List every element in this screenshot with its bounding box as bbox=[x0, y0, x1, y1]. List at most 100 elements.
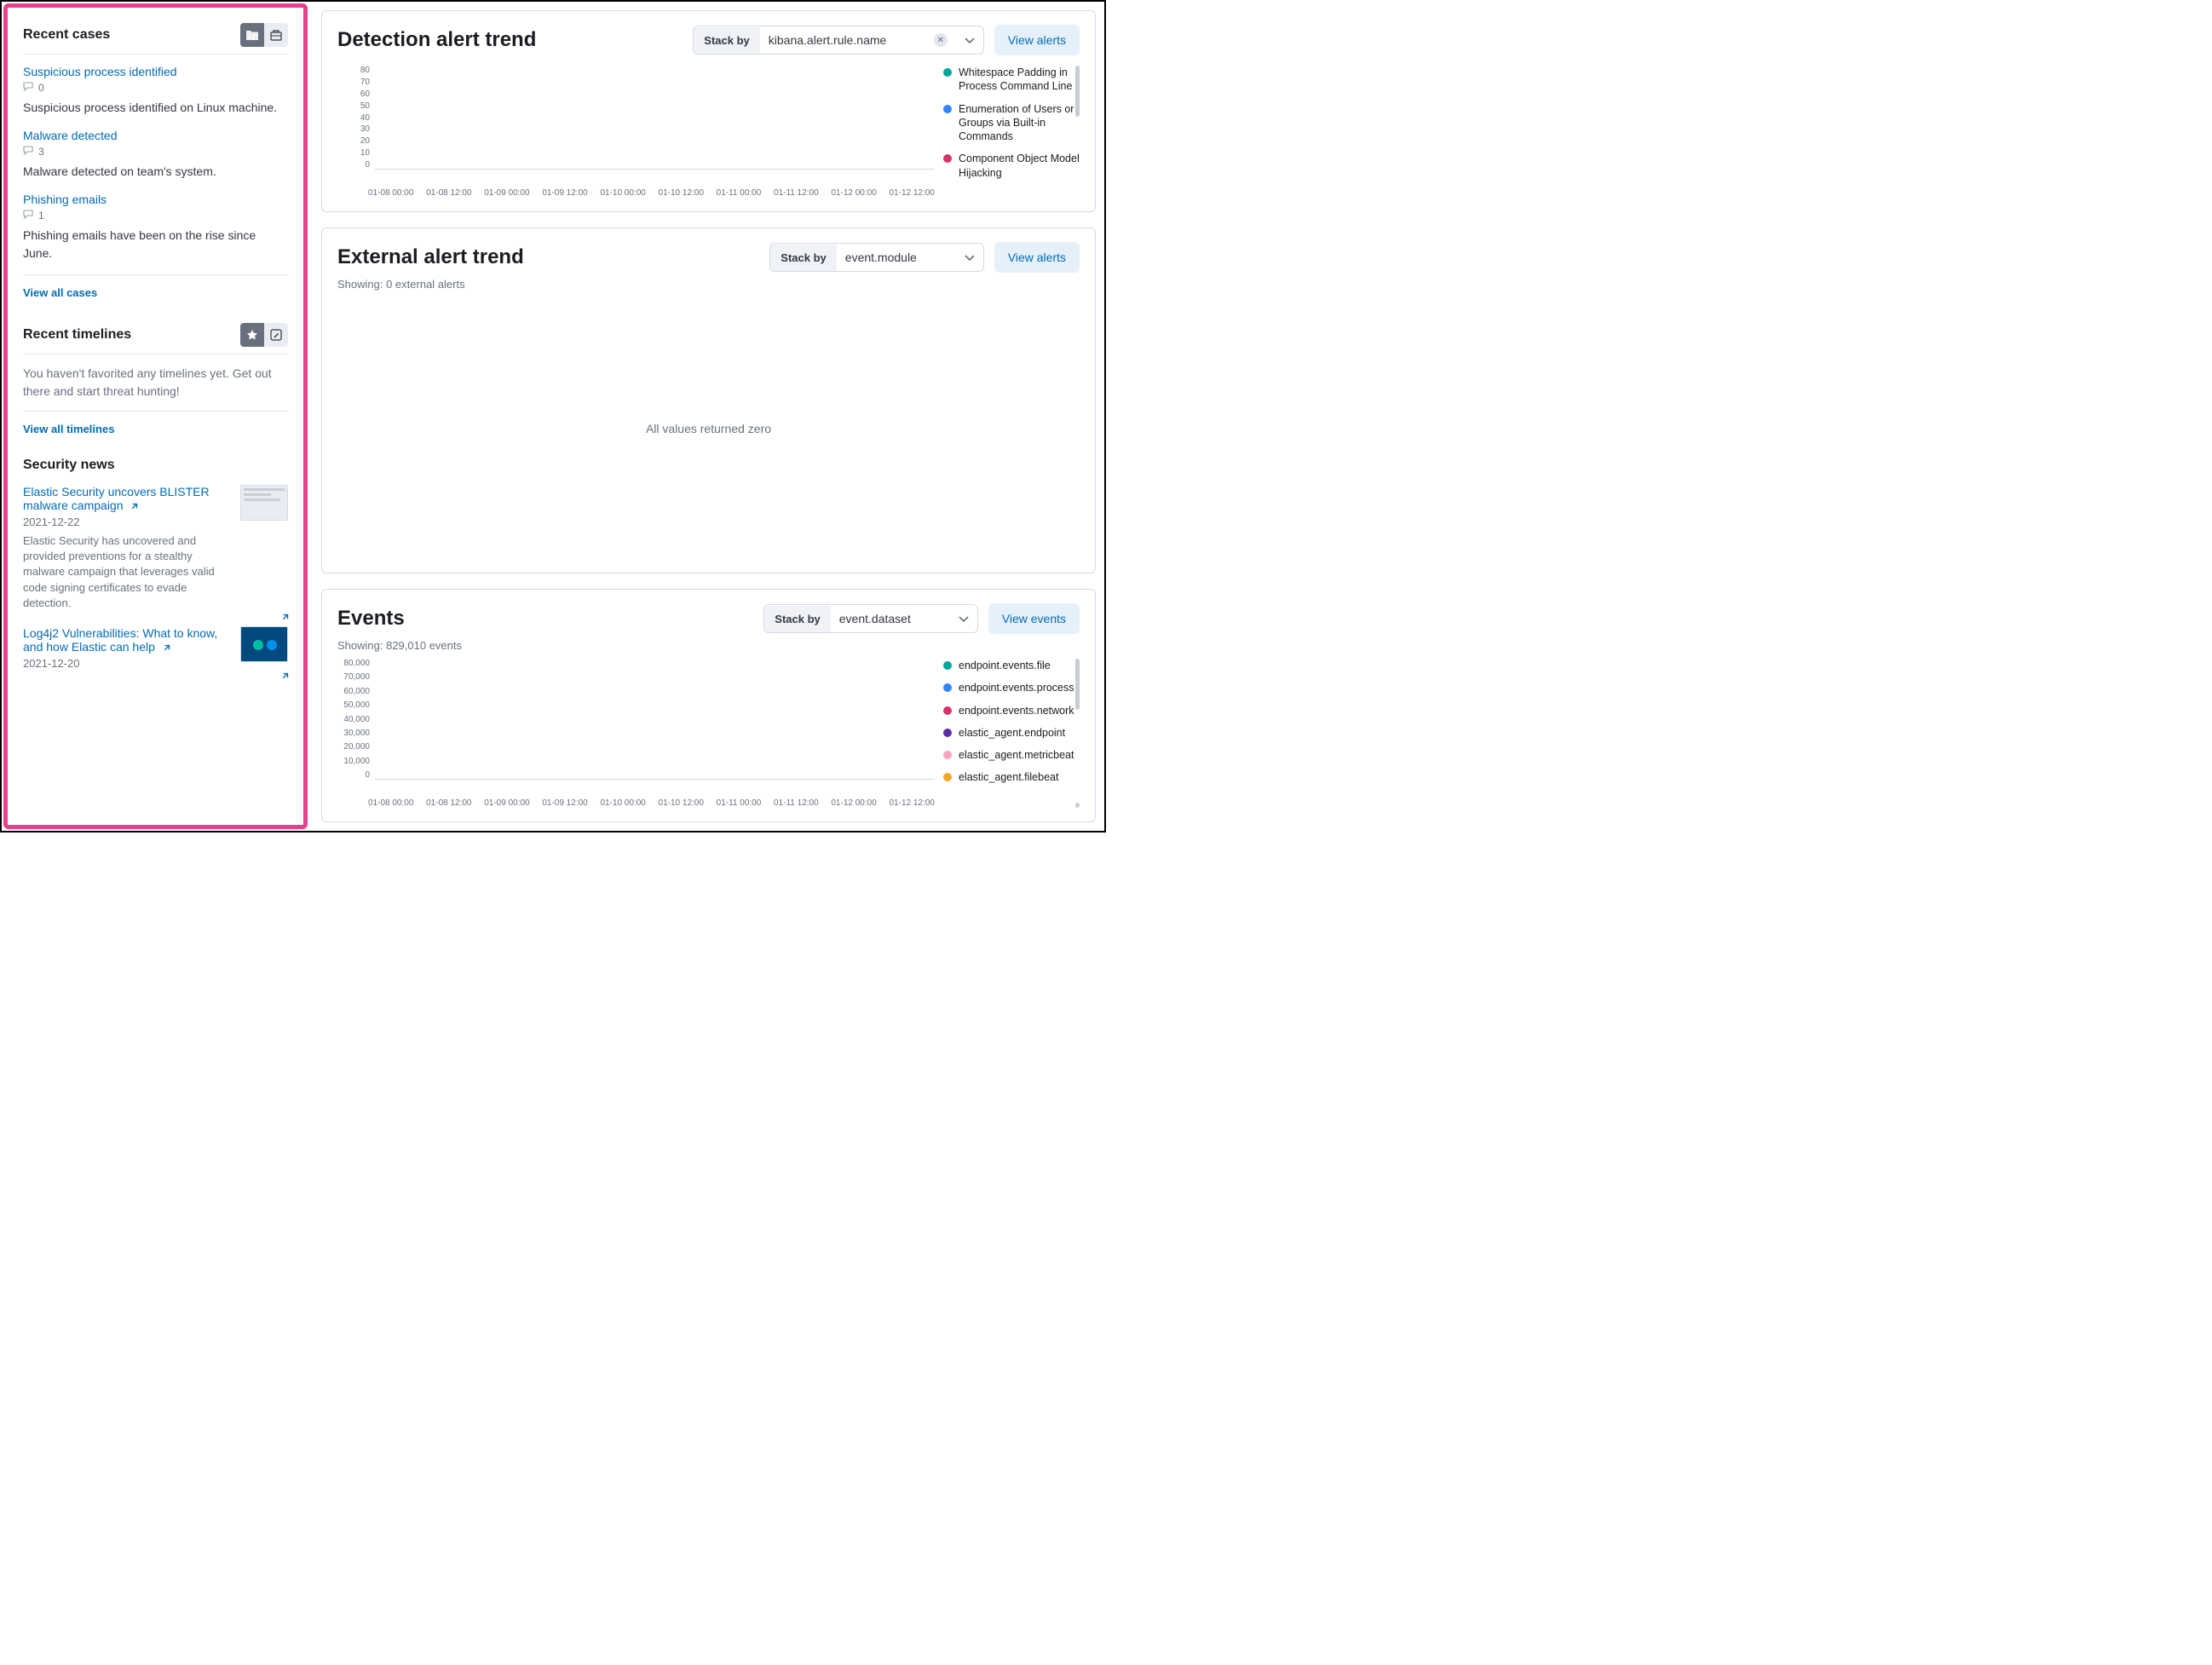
legend-swatch bbox=[943, 154, 952, 163]
legend-label: elastic_agent.filebeat bbox=[959, 770, 1058, 784]
chevron-down-icon[interactable] bbox=[950, 605, 977, 632]
chart-legend: Whitespace Padding in Process Command Li… bbox=[943, 66, 1080, 198]
legend-swatch bbox=[943, 105, 952, 113]
create-case-icon[interactable] bbox=[264, 23, 288, 47]
news-item: Log4j2 Vulnerabilities: What to know, an… bbox=[23, 626, 288, 670]
legend-label: elastic_agent.metricbeat bbox=[959, 748, 1074, 762]
legend-swatch bbox=[943, 661, 952, 670]
legend-item[interactable]: endpoint.events.file bbox=[943, 659, 1080, 672]
stack-by-select[interactable]: Stack by event.module bbox=[769, 243, 983, 272]
legend-swatch bbox=[943, 773, 952, 781]
scroll-indicator[interactable] bbox=[1075, 66, 1080, 117]
view-all-cases-link[interactable]: View all cases bbox=[23, 286, 97, 299]
news-item: Elastic Security uncovers BLISTER malwar… bbox=[23, 485, 288, 611]
legend-label: endpoint.events.network bbox=[959, 704, 1074, 717]
panel-subtitle: Showing: 829,010 events bbox=[337, 639, 1080, 652]
legend-item[interactable]: Enumeration of Users or Groups via Built… bbox=[943, 102, 1080, 144]
legend-swatch bbox=[943, 751, 952, 759]
panel-title: Events bbox=[337, 607, 405, 631]
stack-by-value: event.module bbox=[845, 251, 917, 264]
news-desc: Elastic Security has uncovered and provi… bbox=[23, 533, 232, 611]
stack-by-select[interactable]: Stack by kibana.alert.rule.name ✕ bbox=[693, 26, 983, 55]
external-link-icon[interactable] bbox=[280, 670, 290, 683]
scroll-indicator[interactable] bbox=[1075, 803, 1080, 808]
legend-label: Enumeration of Users or Groups via Built… bbox=[959, 102, 1080, 144]
svg-text:i: i bbox=[255, 36, 256, 41]
news-date: 2021-12-22 bbox=[23, 516, 232, 528]
stack-by-label: Stack by bbox=[694, 27, 759, 54]
legend-swatch bbox=[943, 68, 952, 77]
external-link-icon bbox=[162, 643, 171, 653]
news-thumbnail bbox=[240, 626, 288, 662]
recent-cases-icon[interactable]: i bbox=[240, 23, 264, 47]
scroll-indicator[interactable] bbox=[1075, 659, 1080, 710]
stack-by-label: Stack by bbox=[764, 606, 830, 632]
panel-subtitle: Showing: 0 external alerts bbox=[337, 278, 1080, 291]
stack-by-label: Stack by bbox=[770, 245, 836, 271]
comment-icon bbox=[23, 146, 33, 158]
legend-label: Component Object Model Hijacking bbox=[959, 152, 1080, 180]
security-news-title: Security news bbox=[23, 458, 288, 473]
chevron-down-icon[interactable] bbox=[956, 26, 983, 54]
news-thumbnail bbox=[240, 485, 288, 521]
legend-label: endpoint.events.process bbox=[959, 681, 1074, 694]
detection-chart: 80706050403020100 01-08 00:0001-08 12:00… bbox=[337, 66, 935, 198]
legend-label: elastic_agent.endpoint bbox=[959, 726, 1065, 740]
panel-title: Detection alert trend bbox=[337, 28, 536, 52]
case-link[interactable]: Phishing emails bbox=[23, 193, 107, 206]
favorites-icon[interactable] bbox=[240, 323, 264, 347]
stack-by-value: event.dataset bbox=[839, 612, 911, 625]
case-item: Malware detected 3 Malware detected on t… bbox=[23, 129, 288, 181]
comment-icon bbox=[23, 82, 33, 94]
external-panel: External alert trend Stack by event.modu… bbox=[321, 228, 1096, 573]
legend-item[interactable]: Whitespace Padding in Process Command Li… bbox=[943, 66, 1080, 94]
case-link[interactable]: Suspicious process identified bbox=[23, 65, 177, 78]
clear-icon[interactable]: ✕ bbox=[934, 33, 948, 47]
legend-swatch bbox=[943, 706, 952, 715]
legend-item[interactable]: elastic_agent.metricbeat bbox=[943, 748, 1080, 762]
case-comments: 3 bbox=[38, 146, 44, 158]
detection-panel: Detection alert trend Stack by kibana.al… bbox=[321, 10, 1096, 212]
external-link-icon bbox=[130, 502, 139, 511]
case-desc: Phishing emails have been on the rise si… bbox=[23, 227, 288, 262]
timelines-empty: You haven't favorited any timelines yet.… bbox=[23, 365, 288, 400]
case-comments: 1 bbox=[38, 210, 44, 222]
case-desc: Suspicious process identified on Linux m… bbox=[23, 99, 288, 117]
legend-item[interactable]: Component Object Model Hijacking bbox=[943, 152, 1080, 180]
panel-title: External alert trend bbox=[337, 245, 524, 269]
legend-label: Whitespace Padding in Process Command Li… bbox=[959, 66, 1080, 94]
chart-legend: endpoint.events.file endpoint.events.proc… bbox=[943, 659, 1080, 808]
edit-timeline-icon[interactable] bbox=[264, 323, 288, 347]
case-comments: 0 bbox=[38, 82, 44, 94]
external-link-icon[interactable] bbox=[280, 611, 290, 625]
news-link[interactable]: Log4j2 Vulnerabilities: What to know, an… bbox=[23, 626, 217, 654]
view-events-button[interactable]: View events bbox=[988, 603, 1080, 634]
legend-item[interactable]: endpoint.events.process bbox=[943, 681, 1080, 694]
comment-icon bbox=[23, 210, 33, 222]
events-panel: Events Stack by event.dataset View event… bbox=[321, 589, 1096, 822]
case-item: Suspicious process identified 0 Suspicio… bbox=[23, 65, 288, 117]
legend-item[interactable]: endpoint.events.network bbox=[943, 704, 1080, 717]
empty-state: All values returned zero bbox=[337, 297, 1080, 559]
events-chart: 80,00070,00060,00050,00040,00030,00020,0… bbox=[337, 659, 935, 808]
sidebar: Recent cases i Suspicious process identi… bbox=[3, 3, 308, 829]
legend-item[interactable]: elastic_agent.endpoint bbox=[943, 726, 1080, 740]
legend-item[interactable]: elastic_agent.filebeat bbox=[943, 770, 1080, 784]
legend-swatch bbox=[943, 729, 952, 737]
news-date: 2021-12-20 bbox=[23, 657, 232, 670]
news-link[interactable]: Elastic Security uncovers BLISTER malwar… bbox=[23, 485, 210, 512]
legend-swatch bbox=[943, 683, 952, 692]
view-alerts-button[interactable]: View alerts bbox=[994, 242, 1080, 273]
stack-by-select[interactable]: Stack by event.dataset bbox=[763, 604, 977, 633]
main: Detection alert trend Stack by kibana.al… bbox=[309, 2, 1104, 831]
recent-timelines-title: Recent timelines bbox=[23, 327, 131, 343]
legend-label: endpoint.events.file bbox=[959, 659, 1051, 672]
case-link[interactable]: Malware detected bbox=[23, 129, 118, 142]
stack-by-value: kibana.alert.rule.name bbox=[769, 33, 887, 47]
recent-cases-title: Recent cases bbox=[23, 27, 110, 43]
chevron-down-icon[interactable] bbox=[956, 244, 983, 271]
view-alerts-button[interactable]: View alerts bbox=[994, 25, 1080, 55]
case-desc: Malware detected on team's system. bbox=[23, 163, 288, 181]
view-all-timelines-link[interactable]: View all timelines bbox=[23, 423, 114, 435]
case-item: Phishing emails 1 Phishing emails have b… bbox=[23, 193, 288, 262]
